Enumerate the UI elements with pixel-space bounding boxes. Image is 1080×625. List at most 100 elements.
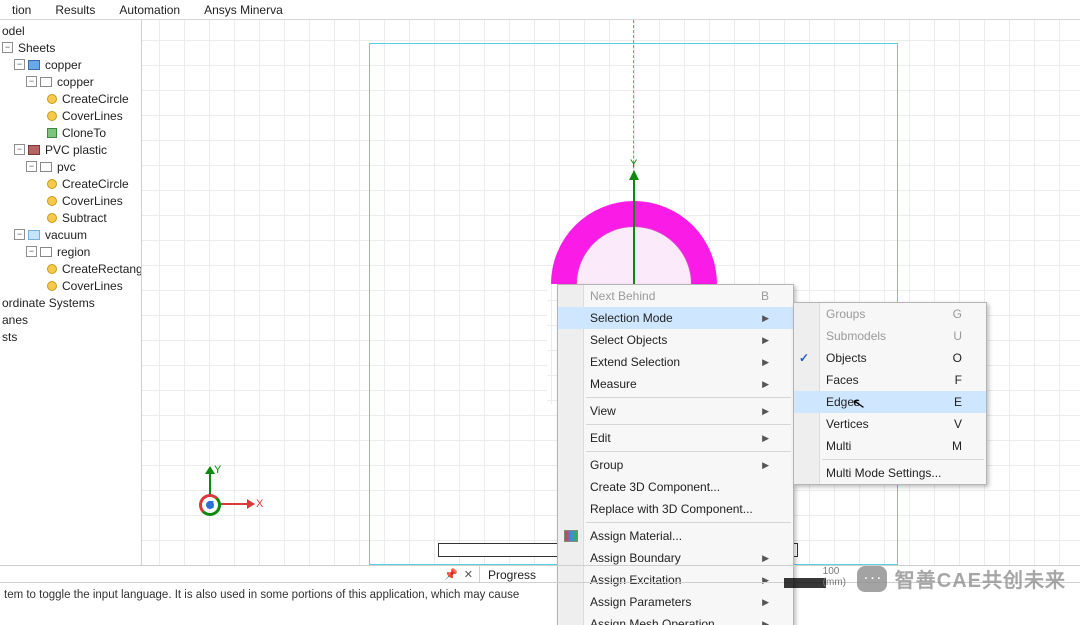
context-menu-label: Selection Mode: [590, 311, 673, 325]
tree-row-sheets[interactable]: −Sheets: [0, 39, 141, 56]
submenu-arrow-icon: ▶: [762, 553, 769, 564]
context-menu-item[interactable]: Measure ▶: [558, 373, 793, 395]
context-menu-label: Extend Selection: [590, 355, 680, 369]
tree-row-pvc-group[interactable]: −PVC plastic: [0, 141, 141, 158]
tree-row-cmd[interactable]: CloneTo: [0, 124, 141, 141]
tree-row-vacuum-group[interactable]: −vacuum: [0, 226, 141, 243]
submenu-arrow-icon: ▶: [762, 379, 769, 390]
pin-icon[interactable]: 📌: [444, 568, 458, 581]
submenu-arrow-icon: ▶: [762, 313, 769, 324]
context-submenu-selection-mode[interactable]: GroupsGSubmodelsU✓ObjectsOFacesFEdgesEVe…: [793, 302, 987, 485]
context-menu-label: Multi: [826, 439, 851, 453]
context-menu-label: Assign Boundary: [590, 551, 681, 565]
model-tree-panel: odel −Sheets −copper −copper CreateCircl…: [0, 20, 142, 565]
tree-row-cmd[interactable]: CoverLines: [0, 277, 141, 294]
tree-row-copper-group[interactable]: −copper: [0, 56, 141, 73]
context-menu-item[interactable]: Select Objects ▶: [558, 329, 793, 351]
tree-row-cmd[interactable]: CreateRectang: [0, 260, 141, 277]
context-menu-item[interactable]: Selection Mode ▶: [558, 307, 793, 329]
context-menu-item[interactable]: View ▶: [558, 400, 793, 422]
context-menu-label: Group: [590, 458, 623, 472]
menu-item[interactable]: Results: [43, 1, 107, 19]
tree-row-cmd[interactable]: CoverLines: [0, 107, 141, 124]
tree-row-cmd[interactable]: Subtract: [0, 209, 141, 226]
submenu-arrow-icon: ▶: [762, 406, 769, 417]
tree-row-pvc-obj[interactable]: −pvc: [0, 158, 141, 175]
triad-z-label: Z: [208, 500, 214, 511]
context-menu-item[interactable]: Group ▶: [558, 454, 793, 476]
menubar: tion Results Automation Ansys Minerva: [0, 0, 1080, 20]
close-icon[interactable]: ✕: [464, 568, 473, 581]
context-menu-item[interactable]: Extend Selection ▶: [558, 351, 793, 373]
tree-row-copper-obj[interactable]: −copper: [0, 73, 141, 90]
sheet-icon: [28, 60, 40, 70]
tree-row-planes[interactable]: anes: [0, 311, 141, 328]
shortcut-label: O: [933, 351, 962, 365]
context-menu-label: Objects: [826, 351, 867, 365]
collapse-icon[interactable]: −: [2, 42, 13, 53]
command-icon: [47, 281, 57, 291]
menu-item[interactable]: Automation: [107, 1, 192, 19]
collapse-icon[interactable]: −: [26, 76, 37, 87]
object-icon: [40, 162, 52, 172]
tree-row-cmd[interactable]: CreateCircle: [0, 90, 141, 107]
context-menu-item[interactable]: Create 3D Component...: [558, 476, 793, 498]
tree-row-vacuum-obj[interactable]: −region: [0, 243, 141, 260]
collapse-icon[interactable]: −: [14, 229, 25, 240]
command-icon: [47, 94, 57, 104]
collapse-icon[interactable]: −: [26, 246, 37, 257]
context-menu-item[interactable]: ✓ Objects O: [794, 347, 986, 369]
shortcut-label: U: [933, 329, 962, 343]
context-menu-label: Replace with 3D Component...: [590, 502, 753, 516]
menu-item[interactable]: tion: [0, 1, 43, 19]
shortcut-label: B: [741, 289, 769, 303]
submenu-arrow-icon: ▶: [762, 335, 769, 346]
shortcut-label: V: [934, 417, 962, 431]
scale-label: 100 (mm): [823, 566, 846, 588]
triad-y-label: Y: [214, 464, 221, 476]
sheet-icon: [28, 145, 40, 155]
check-icon: ✓: [799, 351, 809, 365]
command-icon: [47, 264, 57, 274]
context-menu-item: SubmodelsU: [794, 325, 986, 347]
submenu-arrow-icon: ▶: [762, 357, 769, 368]
context-menu-item[interactable]: Assign Material...: [558, 525, 793, 547]
y-arrow-icon: [629, 170, 639, 180]
shortcut-label: E: [934, 395, 962, 409]
material-icon: [564, 530, 578, 542]
context-menu-item[interactable]: FacesF: [794, 369, 986, 391]
submenu-arrow-icon: ▶: [762, 460, 769, 471]
shortcut-label: G: [933, 307, 962, 321]
context-menu-item[interactable]: VerticesV: [794, 413, 986, 435]
tree-row-coord[interactable]: ordinate Systems: [0, 294, 141, 311]
context-menu-item: Next BehindB: [558, 285, 793, 307]
context-menu-item[interactable]: EdgesE: [794, 391, 986, 413]
context-menu-item[interactable]: Edit▶: [558, 427, 793, 449]
menu-item[interactable]: Ansys Minerva: [192, 1, 295, 19]
shortcut-label: F: [935, 373, 962, 387]
tree-row-model[interactable]: odel: [0, 22, 141, 39]
collapse-icon[interactable]: −: [14, 144, 25, 155]
tree-row-cmd[interactable]: CoverLines: [0, 192, 141, 209]
context-menu-item[interactable]: Multi Mode Settings...: [794, 462, 986, 484]
tree-row-cmd[interactable]: CreateCircle: [0, 175, 141, 192]
command-icon: [47, 196, 57, 206]
watermark-text: 智善CAE共创未来: [895, 564, 1066, 593]
command-icon: [47, 179, 57, 189]
command-icon: [47, 111, 57, 121]
axis-triad[interactable]: Y Z X: [189, 470, 259, 530]
context-menu-item[interactable]: Multi M: [794, 435, 986, 457]
collapse-icon[interactable]: −: [14, 59, 25, 70]
context-menu-label: Create 3D Component...: [590, 480, 720, 494]
collapse-icon[interactable]: −: [26, 161, 37, 172]
tree-row-lists[interactable]: sts: [0, 328, 141, 345]
context-menu-item[interactable]: Replace with 3D Component...: [558, 498, 793, 520]
submenu-arrow-icon: ▶: [762, 433, 769, 444]
context-menu-label: Select Objects: [590, 333, 667, 347]
progress-tab-label[interactable]: Progress: [480, 566, 544, 582]
context-menu-label: View: [590, 404, 616, 418]
context-menu-label: Measure: [590, 377, 637, 391]
y-axis-icon: [633, 178, 635, 285]
sheet-icon: [28, 230, 40, 240]
shortcut-label: M: [932, 439, 962, 453]
